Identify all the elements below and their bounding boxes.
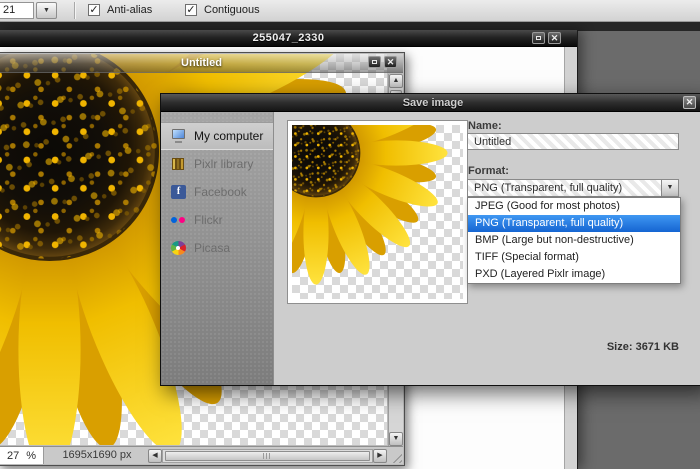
sunflower-preview <box>292 125 451 288</box>
sidebar-item-label: Facebook <box>194 185 247 199</box>
file-size-text: Size: 3671 KB <box>606 341 679 353</box>
close-icon: ✕ <box>386 57 395 67</box>
sidebar-item-my-computer[interactable]: My computer <box>161 122 273 150</box>
document-window-titlebar[interactable]: 255047_2330 ✕ <box>0 30 577 47</box>
format-option-bmp[interactable]: BMP (Large but non-destructive) <box>468 232 680 249</box>
antialias-checkbox[interactable]: ✓ <box>88 4 100 16</box>
pixlr-app: 21 ▼ ✓ Anti-alias ✓ Contiguous 255047_23… <box>0 0 700 469</box>
image-window-statusbar: 27 % 1695x1690 px ◀ ▶ <box>0 446 403 464</box>
dialog-fields: Name: Untitled Format: PNG (Transparent,… <box>467 112 681 385</box>
dialog-body: My computer Pixlr library f Facebook Fli… <box>161 112 700 385</box>
antialias-option: ✓ Anti-alias <box>88 4 152 16</box>
sidebar-item-label: Flickr <box>194 213 223 227</box>
dialog-titlebar[interactable]: Save image ✕ <box>161 94 700 112</box>
dialog-sidebar: My computer Pixlr library f Facebook Fli… <box>161 112 274 385</box>
format-option-pxd[interactable]: PXD (Layered Pixlr image) <box>468 266 680 283</box>
dialog-title: Save image <box>402 96 464 109</box>
save-image-dialog: Save image ✕ My computer Pixlr library f… <box>160 93 700 386</box>
format-label: Format: <box>468 165 509 177</box>
maximize-icon <box>536 36 541 40</box>
library-icon <box>171 157 186 171</box>
picasa-icon <box>171 241 186 255</box>
close-icon: ✕ <box>550 33 559 43</box>
thumb-grip-icon <box>263 453 272 459</box>
format-option-png[interactable]: PNG (Transparent, full quality) <box>468 215 680 232</box>
chevron-down-icon[interactable]: ▼ <box>661 180 678 196</box>
maximize-button[interactable] <box>368 56 381 68</box>
tolerance-dropdown-button[interactable]: ▼ <box>36 2 57 19</box>
format-dropdown-list: JPEG (Good for most photos) PNG (Transpa… <box>467 197 681 284</box>
facebook-icon: f <box>171 185 186 199</box>
maximize-button[interactable] <box>532 32 545 44</box>
contiguous-label: Contiguous <box>204 4 260 16</box>
sidebar-item-label: My computer <box>194 129 264 143</box>
flickr-icon <box>171 213 186 227</box>
scroll-right-icon[interactable]: ▶ <box>373 449 387 463</box>
document-window-title: 255047_2330 <box>252 32 325 44</box>
sidebar-item-facebook[interactable]: f Facebook <box>161 178 273 206</box>
dialog-close-button[interactable]: ✕ <box>683 96 696 109</box>
format-option-tiff[interactable]: TIFF (Special format) <box>468 249 680 266</box>
image-window-titlebar[interactable]: Untitled ✕ <box>0 54 403 73</box>
format-selected-value: PNG (Transparent, full quality) <box>474 182 623 194</box>
computer-icon <box>171 129 186 143</box>
name-label: Name: <box>468 120 502 132</box>
sidebar-item-label: Picasa <box>194 241 231 255</box>
contiguous-option: ✓ Contiguous <box>185 4 260 16</box>
sidebar-item-flickr[interactable]: Flickr <box>161 206 273 234</box>
zoom-value: 27 <box>7 449 20 462</box>
format-select[interactable]: PNG (Transparent, full quality) ▼ <box>467 179 679 197</box>
close-button[interactable]: ✕ <box>384 56 397 68</box>
image-dimensions: 1695x1690 px <box>62 449 132 461</box>
horizontal-scrollbar[interactable]: ◀ ▶ <box>148 449 387 463</box>
contiguous-checkbox[interactable]: ✓ <box>185 4 197 16</box>
workspace: 255047_2330 ✕ Untitled ✕ ▲ ▼ 27 % 1695x1… <box>0 22 700 469</box>
maximize-icon <box>372 60 377 64</box>
format-option-jpeg[interactable]: JPEG (Good for most photos) <box>468 198 680 215</box>
tolerance-input[interactable]: 21 <box>0 2 34 19</box>
sidebar-item-label: Pixlr library <box>194 157 254 171</box>
image-preview <box>287 120 468 304</box>
image-window-title: Untitled <box>181 57 222 69</box>
horizontal-scroll-thumb[interactable] <box>165 451 370 461</box>
name-input[interactable]: Untitled <box>467 133 679 150</box>
sidebar-item-picasa[interactable]: Picasa <box>161 234 273 262</box>
sidebar-item-pixlr-library[interactable]: Pixlr library <box>161 150 273 178</box>
scroll-down-icon[interactable]: ▼ <box>389 432 403 446</box>
zoom-level-input[interactable]: 27 % <box>0 447 44 464</box>
toolbar-separator <box>74 2 75 19</box>
scroll-up-icon[interactable]: ▲ <box>389 74 403 88</box>
close-button[interactable]: ✕ <box>548 32 561 44</box>
scroll-left-icon[interactable]: ◀ <box>148 449 162 463</box>
antialias-label: Anti-alias <box>107 4 153 16</box>
resize-grip[interactable] <box>389 450 402 463</box>
zoom-unit: % <box>26 449 36 462</box>
top-toolbar: 21 ▼ ✓ Anti-alias ✓ Contiguous <box>0 0 700 22</box>
